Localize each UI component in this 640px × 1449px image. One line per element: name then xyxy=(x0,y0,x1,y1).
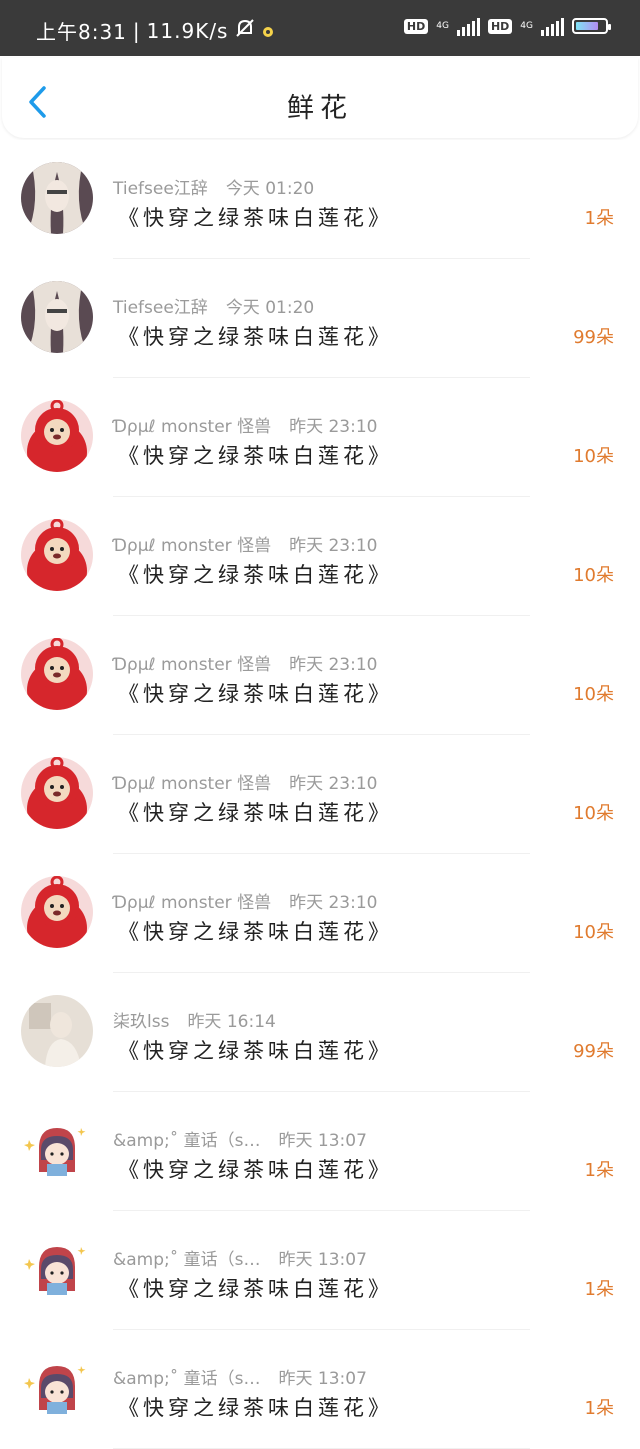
network-type: 4G xyxy=(436,21,449,31)
flower-count: 1朵 xyxy=(584,1279,614,1300)
book-title: 《快穿之绿茶味白莲花》 xyxy=(118,444,393,468)
list-item[interactable]: Ɗρμℓ monster 怪兽 昨天 23:10 《快穿之绿茶味白莲花》 10朵 xyxy=(0,378,640,497)
timestamp: 昨天 23:10 xyxy=(289,774,378,794)
item-meta: &amp;˚ 童话（s… 昨天 13:07 xyxy=(113,1245,367,1270)
network-speed: 11.9K/s xyxy=(146,18,229,43)
header: 鲜花 xyxy=(2,58,638,138)
book-title: 《快穿之绿茶味白莲花》 xyxy=(118,1396,393,1420)
flower-count: 10朵 xyxy=(573,565,614,586)
signal-icon xyxy=(541,16,564,36)
username: Ɗρμℓ monster 怪兽 xyxy=(113,417,272,437)
signal-icon xyxy=(456,16,480,36)
app-notification-icon xyxy=(262,19,274,43)
list-item[interactable]: &amp;˚ 童话（s… 昨天 13:07 《快穿之绿茶味白莲花》 1朵 xyxy=(0,1092,640,1211)
list-item[interactable]: Tiefsee江辞 今天 01:20 《快穿之绿茶味白莲花》 99朵 xyxy=(0,259,640,378)
item-meta: &amp;˚ 童话（s… 昨天 13:07 xyxy=(113,1126,367,1151)
flower-count: 99朵 xyxy=(573,1041,614,1062)
avatar[interactable] xyxy=(21,638,93,710)
book-title: 《快穿之绿茶味白莲花》 xyxy=(118,682,393,706)
item-meta: Tiefsee江辞 今天 01:20 xyxy=(113,293,314,318)
flower-count: 10朵 xyxy=(573,446,614,467)
list-item[interactable]: Ɗρμℓ monster 怪兽 昨天 23:10 《快穿之绿茶味白莲花》 10朵 xyxy=(0,616,640,735)
avatar[interactable] xyxy=(21,876,93,948)
timestamp: 昨天 23:10 xyxy=(289,655,378,675)
status-bar: 上午8:31 | 11.9K/s HD 4G HD 4G xyxy=(0,0,640,56)
book-title: 《快穿之绿茶味白莲花》 xyxy=(118,1039,393,1063)
status-time: 上午8:31 xyxy=(36,20,127,44)
username: Ɗρμℓ monster 怪兽 xyxy=(113,893,272,913)
avatar[interactable] xyxy=(21,519,93,591)
battery-icon xyxy=(572,18,611,34)
list-item[interactable]: Ɗρμℓ monster 怪兽 昨天 23:10 《快穿之绿茶味白莲花》 10朵 xyxy=(0,497,640,616)
list-item[interactable]: Ɗρμℓ monster 怪兽 昨天 23:10 《快穿之绿茶味白莲花》 10朵 xyxy=(0,735,640,854)
list-item[interactable]: 柒玖lss 昨天 16:14 《快穿之绿茶味白莲花》 99朵 xyxy=(0,973,640,1092)
timestamp: 昨天 13:07 xyxy=(278,1369,367,1389)
list-item[interactable]: Ɗρμℓ monster 怪兽 昨天 23:10 《快穿之绿茶味白莲花》 10朵 xyxy=(0,854,640,973)
avatar[interactable] xyxy=(21,281,93,353)
status-left: 上午8:31 | 11.9K/s xyxy=(36,16,274,45)
list-item[interactable]: Tiefsee江辞 今天 01:20 《快穿之绿茶味白莲花》 1朵 xyxy=(0,140,640,259)
timestamp: 今天 01:20 xyxy=(225,298,315,318)
item-meta: Ɗρμℓ monster 怪兽 昨天 23:10 xyxy=(113,769,377,794)
avatar[interactable] xyxy=(21,757,93,829)
gift-list: Tiefsee江辞 今天 01:20 《快穿之绿茶味白莲花》 1朵 Tiefsee江辞今… xyxy=(0,140,640,1449)
book-title: 《快穿之绿茶味白莲花》 xyxy=(118,801,393,825)
item-meta: Ɗρμℓ monster 怪兽 昨天 23:10 xyxy=(113,888,377,913)
avatar[interactable] xyxy=(21,1114,93,1186)
timestamp: 昨天 16:14 xyxy=(187,1012,276,1032)
flower-count: 1朵 xyxy=(584,1398,614,1419)
username: Tiefsee江辞 xyxy=(113,179,208,199)
flower-count: 1朵 xyxy=(584,208,614,229)
avatar[interactable] xyxy=(21,400,93,472)
timestamp: 昨天 23:10 xyxy=(289,893,378,913)
hd-badge: HD xyxy=(487,18,513,34)
timestamp: 昨天 23:10 xyxy=(289,536,378,556)
network-type: 4G xyxy=(520,21,533,31)
book-title: 《快穿之绿茶味白莲花》 xyxy=(118,920,393,944)
username: &amp;˚ 童话（s… xyxy=(113,1369,261,1389)
mute-icon xyxy=(234,17,256,44)
username: Tiefsee江辞 xyxy=(113,298,208,318)
timestamp: 今天 01:20 xyxy=(225,179,315,199)
item-meta: &amp;˚ 童话（s… 昨天 13:07 xyxy=(113,1364,367,1389)
page-title: 鲜花 xyxy=(287,93,353,124)
item-meta: Ɗρμℓ monster 怪兽 昨天 23:10 xyxy=(113,650,377,675)
avatar[interactable] xyxy=(21,162,93,234)
status-right: HD 4G HD 4G xyxy=(403,16,611,36)
avatar[interactable] xyxy=(21,1233,93,1305)
book-title: 《快穿之绿茶味白莲花》 xyxy=(118,206,393,230)
flower-count: 10朵 xyxy=(573,922,614,943)
book-title: 《快穿之绿茶味白莲花》 xyxy=(118,563,393,587)
username: &amp;˚ 童话（s… xyxy=(113,1250,261,1270)
flower-count: 10朵 xyxy=(573,684,614,705)
item-meta: 柒玖lss 昨天 16:14 xyxy=(113,1007,276,1032)
flower-count: 99朵 xyxy=(573,327,614,348)
item-meta: Ɗρμℓ monster 怪兽 昨天 23:10 xyxy=(113,412,377,437)
username: Ɗρμℓ monster 怪兽 xyxy=(113,536,272,556)
username: Ɗρμℓ monster 怪兽 xyxy=(113,655,272,675)
avatar[interactable] xyxy=(21,1352,93,1424)
timestamp: 昨天 13:07 xyxy=(278,1250,367,1270)
avatar[interactable] xyxy=(21,995,93,1067)
book-title: 《快穿之绿茶味白莲花》 xyxy=(118,1158,393,1182)
timestamp: 昨天 13:07 xyxy=(278,1131,367,1151)
book-title: 《快穿之绿茶味白莲花》 xyxy=(118,325,393,349)
hd-badge: HD xyxy=(403,18,429,34)
list-item[interactable]: &amp;˚ 童话（s… 昨天 13:07 《快穿之绿茶味白莲花》 1朵 xyxy=(0,1330,640,1449)
list-item[interactable]: &amp;˚ 童话（s… 昨天 13:07 《快穿之绿茶味白莲花》 1朵 xyxy=(0,1211,640,1330)
username: Ɗρμℓ monster 怪兽 xyxy=(113,774,272,794)
item-meta: Tiefsee江辞 今天 01:20 xyxy=(113,174,314,199)
username: &amp;˚ 童话（s… xyxy=(113,1131,261,1151)
username: 柒玖lss xyxy=(113,1012,170,1032)
item-meta: Ɗρμℓ monster 怪兽 昨天 23:10 xyxy=(113,531,377,556)
flower-count: 10朵 xyxy=(573,803,614,824)
book-title: 《快穿之绿茶味白莲花》 xyxy=(118,1277,393,1301)
flower-count: 1朵 xyxy=(584,1160,614,1181)
timestamp: 昨天 23:10 xyxy=(289,417,378,437)
